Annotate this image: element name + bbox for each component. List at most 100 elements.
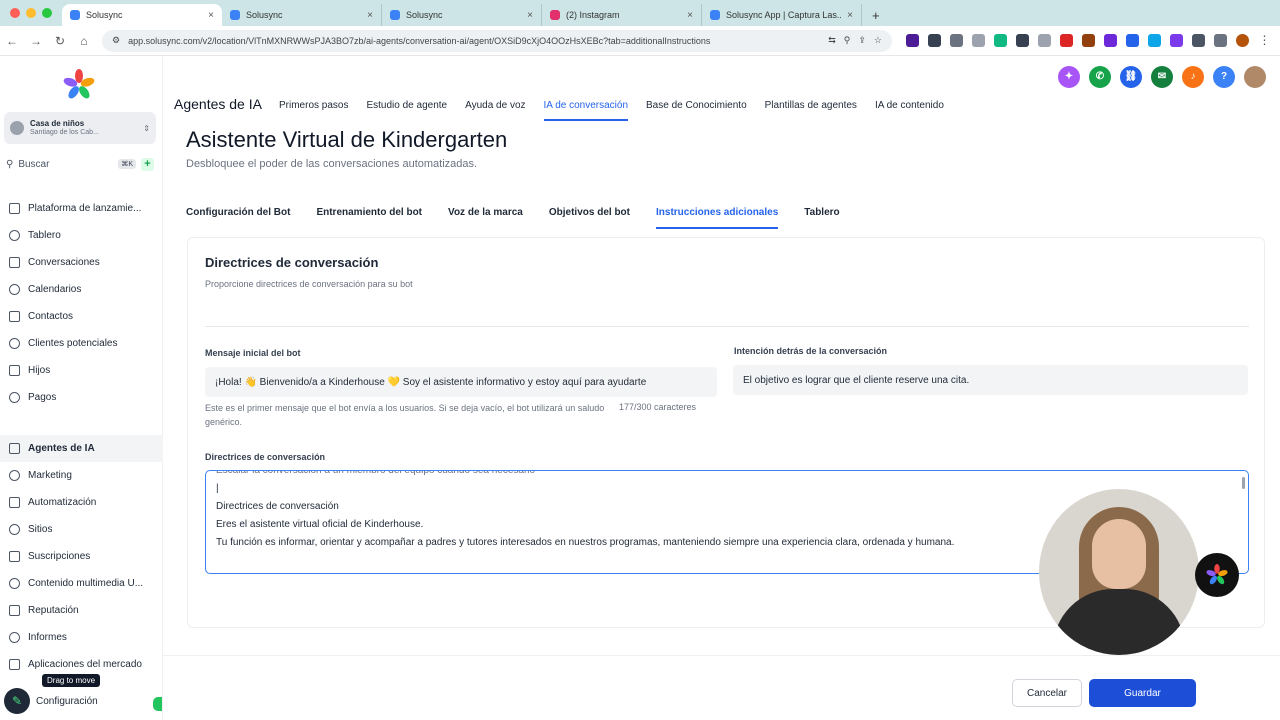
extension-icon[interactable] — [1148, 34, 1161, 47]
sidebar-item-label: Clientes potenciales — [28, 338, 118, 349]
translate-icon[interactable]: ⇆ — [828, 35, 836, 46]
top-tab[interactable]: Estudio de agente — [366, 100, 447, 121]
sidebar-item[interactable]: Hijos — [0, 357, 163, 384]
sidebar-item[interactable]: Clientes potenciales — [0, 330, 163, 357]
account-avatar — [10, 121, 24, 135]
maximize-window-icon[interactable] — [42, 8, 52, 18]
browser-tab[interactable]: Solusync × — [62, 4, 222, 26]
address-bar[interactable]: ⚙ app.solusync.com/v2/location/VlTnMXNRW… — [102, 29, 892, 52]
reload-icon[interactable]: ↻ — [48, 34, 72, 48]
forward-icon[interactable]: → — [24, 34, 48, 48]
save-button[interactable]: Guardar — [1089, 679, 1196, 707]
extension-icon[interactable] — [1170, 34, 1183, 47]
bookmark-star-icon[interactable]: ☆ — [874, 35, 882, 46]
sidebar-item[interactable]: Marketing — [0, 462, 163, 489]
top-tab[interactable]: IA de conversación — [543, 100, 629, 121]
share-icon[interactable]: ⇪ — [858, 35, 866, 46]
extension-icon[interactable] — [1016, 34, 1029, 47]
cancel-button[interactable]: Cancelar — [1012, 679, 1082, 707]
sidebar-item-configuracion[interactable]: ✎ Configuración — [0, 687, 163, 715]
extension-icon[interactable] — [1060, 34, 1073, 47]
extension-icon[interactable] — [1038, 34, 1051, 47]
initial-message-help: Este es el primer mensaje que el bot env… — [205, 403, 605, 427]
user-avatar[interactable] — [1244, 66, 1266, 88]
extension-icon[interactable] — [1214, 34, 1227, 47]
site-settings-icon[interactable]: ⚙ — [112, 35, 120, 46]
collapse-handle[interactable] — [153, 697, 162, 711]
browser-menu-icon[interactable]: ⋮ — [1258, 34, 1271, 47]
megaphone-icon[interactable]: ✉ — [1151, 66, 1173, 88]
close-tab-icon[interactable]: × — [687, 10, 693, 21]
browser-tab[interactable]: Solusync × — [222, 4, 382, 26]
extension-icon[interactable] — [1192, 34, 1205, 47]
sidebar-item[interactable]: Contactos — [0, 303, 163, 330]
initial-message-input[interactable]: ¡Hola! 👋 Bienvenido/a a Kinderhouse 💛 So… — [205, 367, 717, 397]
settings-tab[interactable]: Objetivos del bot — [549, 207, 630, 229]
apps-icon — [9, 659, 20, 670]
close-tab-icon[interactable]: × — [367, 10, 373, 21]
close-tab-icon[interactable]: × — [527, 10, 533, 21]
sidebar-item[interactable]: Tablero — [0, 222, 163, 249]
settings-tab[interactable]: Configuración del Bot — [186, 207, 290, 229]
ai-assistant-icon[interactable]: ✦ — [1058, 66, 1080, 88]
sidebar-item[interactable]: Plataforma de lanzamie... — [0, 195, 163, 222]
zoom-icon[interactable]: ⚲ — [844, 35, 851, 46]
new-tab-button[interactable]: + — [862, 4, 890, 26]
extension-icon[interactable] — [1104, 34, 1117, 47]
top-tab[interactable]: Primeros pasos — [279, 100, 348, 121]
browser-tab[interactable]: (2) Instagram × — [542, 4, 702, 26]
sidebar-item-label: Configuración — [36, 695, 98, 707]
settings-tab[interactable]: Instrucciones adicionales — [656, 207, 779, 229]
extension-icon[interactable] — [906, 34, 919, 47]
settings-tab[interactable]: Tablero — [804, 207, 839, 229]
profile-avatar-icon[interactable] — [1236, 34, 1249, 47]
notifications-bell-icon[interactable]: ♪ — [1182, 66, 1204, 88]
sidebar-item[interactable]: Informes — [0, 624, 163, 651]
sidebar-item[interactable]: Conversaciones — [0, 249, 163, 276]
browser-toolbar: ← → ↻ ⌂ ⚙ app.solusync.com/v2/location/V… — [0, 26, 1280, 56]
sidebar-item[interactable]: Sitios — [0, 516, 163, 543]
sidebar-item[interactable]: Calendarios — [0, 276, 163, 303]
sidebar-item[interactable]: Suscripciones — [0, 543, 163, 570]
extension-icon[interactable] — [950, 34, 963, 47]
close-tab-icon[interactable]: × — [208, 10, 214, 21]
home-icon[interactable]: ⌂ — [72, 34, 96, 48]
minimize-window-icon[interactable] — [26, 8, 36, 18]
account-switcher[interactable]: Casa de niños Santiago de los Cab... ⇕ — [4, 112, 156, 144]
chat-icon — [9, 257, 20, 268]
close-window-icon[interactable] — [10, 8, 20, 18]
extension-icon[interactable] — [1082, 34, 1095, 47]
browser-tab[interactable]: Solusync × — [382, 4, 542, 26]
settings-tab[interactable]: Entrenamiento del bot — [316, 207, 422, 229]
extension-icon[interactable] — [1126, 34, 1139, 47]
extension-icon[interactable] — [928, 34, 941, 47]
extension-icon[interactable] — [972, 34, 985, 47]
textarea-scrollbar[interactable] — [1242, 477, 1245, 489]
quick-add-button[interactable]: + — [141, 157, 154, 171]
top-tab[interactable]: Base de Conocimiento — [646, 100, 747, 121]
sidebar-item[interactable]: Reputación — [0, 597, 163, 624]
sidebar-item[interactable]: Agentes de IA — [0, 435, 163, 462]
intent-input[interactable]: El objetivo es lograr que el cliente res… — [733, 365, 1248, 395]
top-tab[interactable]: IA de contenido — [875, 100, 944, 121]
chat-widget-button[interactable] — [1195, 553, 1239, 597]
top-tab[interactable]: Ayuda de voz — [465, 100, 525, 121]
leads-icon — [9, 338, 20, 349]
sidebar-item[interactable]: Automatización — [0, 489, 163, 516]
sidebar-item[interactable]: Contenido multimedia U... — [0, 570, 163, 597]
sidebar: Casa de niños Santiago de los Cab... ⇕ ⚲… — [0, 57, 163, 720]
back-icon[interactable]: ← — [0, 34, 24, 48]
rocket-icon — [9, 203, 20, 214]
sidebar-item[interactable]: Pagos — [0, 384, 163, 411]
link-icon[interactable]: ⛓ — [1120, 66, 1142, 88]
top-tab[interactable]: Plantillas de agentes — [765, 100, 857, 121]
pencil-icon[interactable]: ✎ — [4, 688, 30, 714]
close-tab-icon[interactable]: × — [847, 10, 853, 21]
extension-icon[interactable] — [994, 34, 1007, 47]
sidebar-search[interactable]: ⚲ Buscar ⌘K + — [6, 155, 154, 173]
card-title: Directrices de conversación — [205, 255, 379, 270]
phone-icon[interactable]: ✆ — [1089, 66, 1111, 88]
help-icon[interactable]: ? — [1213, 66, 1235, 88]
settings-tab[interactable]: Voz de la marca — [448, 207, 523, 229]
browser-tab[interactable]: Solusync App | Captura Las... × — [702, 4, 862, 26]
